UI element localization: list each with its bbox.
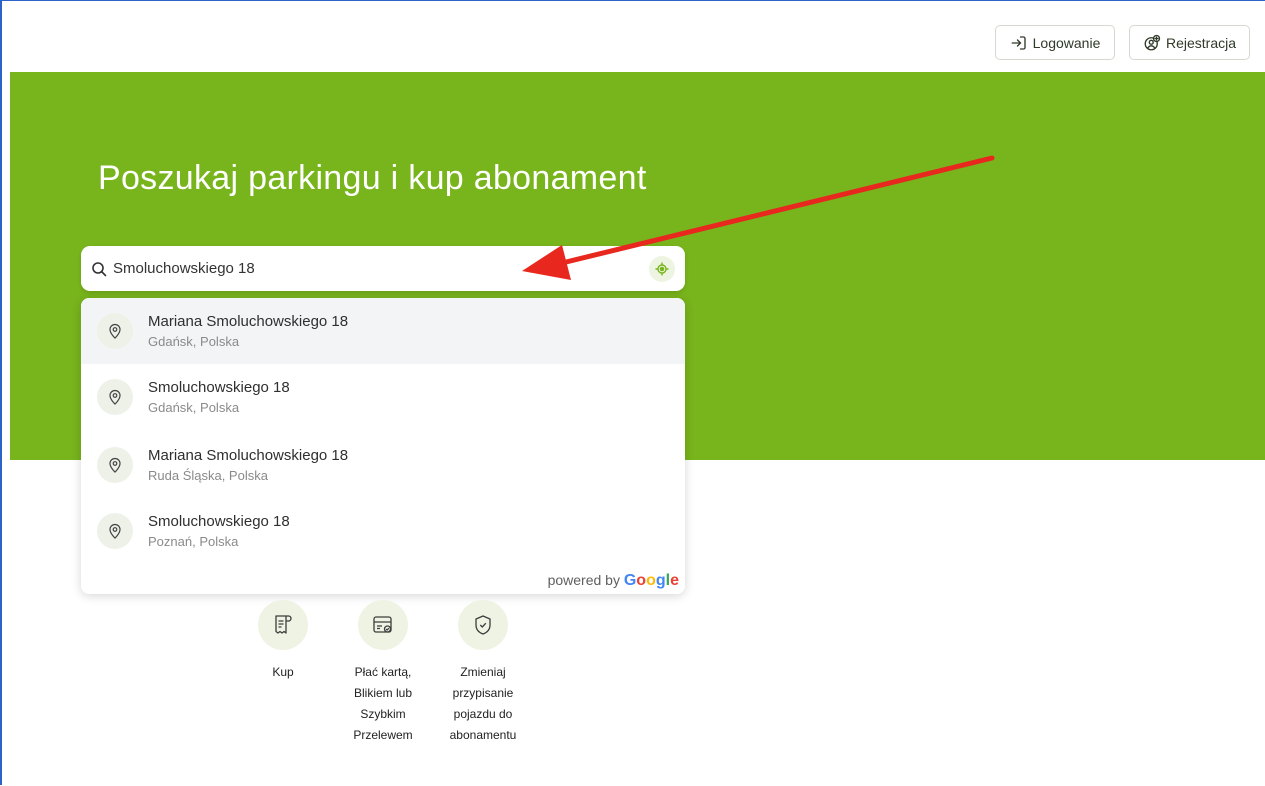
suggestion-item[interactable]: Smoluchowskiego 18 Poznań, Polska	[81, 498, 685, 564]
powered-by-text: powered by	[547, 572, 620, 588]
login-label: Logowanie	[1032, 34, 1101, 51]
location-pin-icon	[97, 513, 133, 549]
search-icon	[92, 261, 107, 276]
feature-vehicle: Zmieniaj przypisanie pojazdu do abonamen…	[438, 600, 528, 746]
google-logo: Google	[623, 572, 679, 589]
suggestion-main: Mariana Smoluchowskiego 18	[148, 447, 349, 464]
card-icon	[358, 600, 408, 650]
login-icon	[1011, 35, 1026, 50]
location-pin-icon	[97, 313, 133, 349]
locate-me-button[interactable]	[649, 256, 675, 282]
suggestion-item[interactable]: Smoluchowskiego 18 Gdańsk, Polska	[81, 364, 685, 430]
suggestion-sub: Gdańsk, Polska	[148, 334, 240, 349]
suggestion-item[interactable]: Mariana Smoluchowskiego 18 Gdańsk, Polsk…	[81, 298, 685, 364]
suggestion-item[interactable]: Mariana Smoluchowskiego 18 Ruda Śląska, …	[81, 432, 685, 498]
register-button[interactable]: Rejestracja	[1129, 25, 1250, 60]
feature-label: Płać kartą, Blikiem lub Szybkim Przelewe…	[353, 665, 413, 742]
suggestions-dropdown: Mariana Smoluchowskiego 18 Gdańsk, Polsk…	[81, 298, 685, 594]
page-title: Poszukaj parkingu i kup abonament	[98, 159, 647, 197]
suggestion-main: Mariana Smoluchowskiego 18	[148, 313, 349, 330]
suggestion-sub: Ruda Śląska, Polska	[148, 468, 268, 483]
receipt-icon	[258, 600, 308, 650]
shield-icon	[458, 600, 508, 650]
feature-pay: Płać kartą, Blikiem lub Szybkim Przelewe…	[338, 600, 428, 746]
location-pin-icon	[97, 447, 133, 483]
feature-label: Zmieniaj przypisanie pojazdu do abonamen…	[449, 665, 517, 742]
top-bar: Logowanie Rejestracja	[2, 1, 1265, 72]
search-bar[interactable]	[81, 246, 685, 291]
suggestion-main: Smoluchowskiego 18	[148, 513, 290, 530]
register-label: Rejestracja	[1165, 34, 1237, 51]
crosshair-icon	[655, 262, 669, 276]
powered-by-google: powered by Google	[548, 572, 679, 590]
feature-buy: Kup	[238, 600, 328, 683]
login-button[interactable]: Logowanie	[995, 25, 1115, 60]
feature-label: Kup	[272, 665, 294, 679]
search-input[interactable]	[113, 260, 633, 277]
suggestion-main: Smoluchowskiego 18	[148, 379, 290, 396]
suggestion-sub: Gdańsk, Polska	[148, 400, 240, 415]
suggestion-sub: Poznań, Polska	[148, 534, 239, 549]
add-user-icon	[1144, 34, 1161, 50]
page-frame: Logowanie Rejestracja Poszukaj parkingu …	[0, 0, 1265, 785]
location-pin-icon	[97, 379, 133, 415]
